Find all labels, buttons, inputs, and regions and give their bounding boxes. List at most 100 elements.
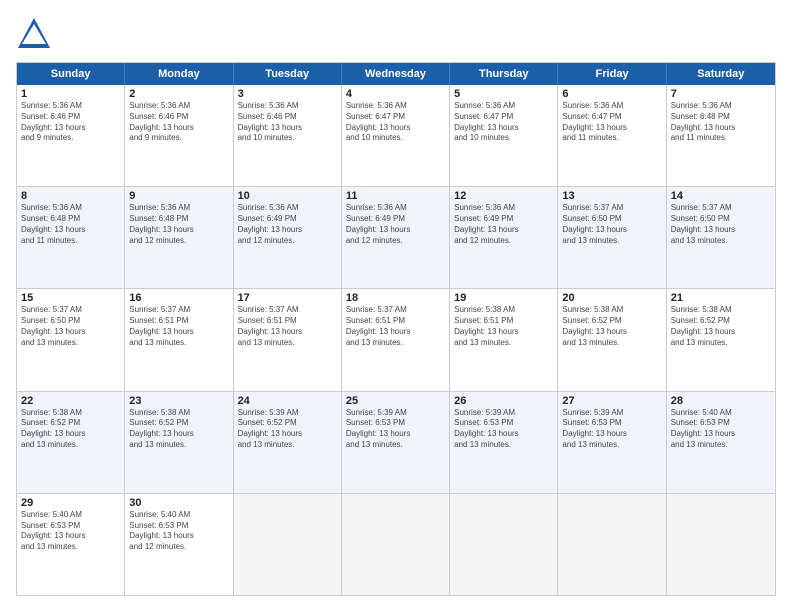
day-number: 23	[129, 395, 228, 407]
calendar-row-2: 8Sunrise: 5:36 AMSunset: 6:48 PMDaylight…	[17, 187, 775, 289]
calendar-cell-empty-4-4	[450, 494, 558, 595]
calendar-cell-14: 14Sunrise: 5:37 AMSunset: 6:50 PMDayligh…	[667, 187, 775, 288]
header-day-friday: Friday	[558, 63, 666, 85]
day-number: 6	[562, 88, 661, 100]
calendar-body: 1 Sunrise: 5:36 AMSunset: 6:46 PMDaylight…	[17, 85, 775, 595]
cell-info: Sunrise: 5:36 AMSunset: 6:48 PMDaylight:…	[21, 203, 120, 246]
day-number: 16	[129, 292, 228, 304]
cell-info: Sunrise: 5:36 AMSunset: 6:46 PMDaylight:…	[238, 101, 337, 144]
cell-info: Sunrise: 5:37 AMSunset: 6:51 PMDaylight:…	[129, 305, 228, 348]
cell-info: Sunrise: 5:36 AMSunset: 6:47 PMDaylight:…	[346, 101, 445, 144]
calendar-cell-16: 16Sunrise: 5:37 AMSunset: 6:51 PMDayligh…	[125, 289, 233, 390]
calendar-cell-18: 18Sunrise: 5:37 AMSunset: 6:51 PMDayligh…	[342, 289, 450, 390]
day-number: 24	[238, 395, 337, 407]
cell-info: Sunrise: 5:40 AMSunset: 6:53 PMDaylight:…	[129, 510, 228, 553]
calendar-cell-empty-4-5	[558, 494, 666, 595]
cell-info: Sunrise: 5:39 AMSunset: 6:53 PMDaylight:…	[562, 408, 661, 451]
calendar-cell-11: 11Sunrise: 5:36 AMSunset: 6:49 PMDayligh…	[342, 187, 450, 288]
calendar-cell-25: 25Sunrise: 5:39 AMSunset: 6:53 PMDayligh…	[342, 392, 450, 493]
calendar-cell-15: 15Sunrise: 5:37 AMSunset: 6:50 PMDayligh…	[17, 289, 125, 390]
day-number: 20	[562, 292, 661, 304]
header-day-thursday: Thursday	[450, 63, 558, 85]
calendar-cell-6: 6Sunrise: 5:36 AMSunset: 6:47 PMDaylight…	[558, 85, 666, 186]
day-number: 10	[238, 190, 337, 202]
cell-info: Sunrise: 5:36 AMSunset: 6:46 PMDaylight:…	[129, 101, 228, 144]
day-number: 29	[21, 497, 120, 509]
header-day-sunday: Sunday	[17, 63, 125, 85]
page: SundayMondayTuesdayWednesdayThursdayFrid…	[0, 0, 792, 612]
calendar-cell-12: 12Sunrise: 5:36 AMSunset: 6:49 PMDayligh…	[450, 187, 558, 288]
calendar-cell-4: 4Sunrise: 5:36 AMSunset: 6:47 PMDaylight…	[342, 85, 450, 186]
cell-info: Sunrise: 5:36 AMSunset: 6:49 PMDaylight:…	[454, 203, 553, 246]
calendar-cell-22: 22Sunrise: 5:38 AMSunset: 6:52 PMDayligh…	[17, 392, 125, 493]
day-number: 12	[454, 190, 553, 202]
cell-info: Sunrise: 5:36 AMSunset: 6:49 PMDaylight:…	[346, 203, 445, 246]
cell-info: Sunrise: 5:38 AMSunset: 6:52 PMDaylight:…	[21, 408, 120, 451]
day-number: 8	[21, 190, 120, 202]
cell-info: Sunrise: 5:39 AMSunset: 6:53 PMDaylight:…	[346, 408, 445, 451]
calendar-cell-29: 29Sunrise: 5:40 AMSunset: 6:53 PMDayligh…	[17, 494, 125, 595]
cell-info: Sunrise: 5:40 AMSunset: 6:53 PMDaylight:…	[21, 510, 120, 553]
calendar-cell-9: 9Sunrise: 5:36 AMSunset: 6:48 PMDaylight…	[125, 187, 233, 288]
day-number: 30	[129, 497, 228, 509]
calendar-cell-20: 20Sunrise: 5:38 AMSunset: 6:52 PMDayligh…	[558, 289, 666, 390]
cell-info: Sunrise: 5:39 AMSunset: 6:53 PMDaylight:…	[454, 408, 553, 451]
day-number: 15	[21, 292, 120, 304]
calendar-cell-28: 28Sunrise: 5:40 AMSunset: 6:53 PMDayligh…	[667, 392, 775, 493]
calendar-row-4: 22Sunrise: 5:38 AMSunset: 6:52 PMDayligh…	[17, 392, 775, 494]
day-number: 1	[21, 88, 120, 100]
cell-info: Sunrise: 5:39 AMSunset: 6:52 PMDaylight:…	[238, 408, 337, 451]
cell-info: Sunrise: 5:36 AMSunset: 6:47 PMDaylight:…	[562, 101, 661, 144]
calendar-cell-5: 5Sunrise: 5:36 AMSunset: 6:47 PMDaylight…	[450, 85, 558, 186]
logo	[16, 16, 56, 52]
cell-info: Sunrise: 5:36 AMSunset: 6:47 PMDaylight:…	[454, 101, 553, 144]
cell-info: Sunrise: 5:38 AMSunset: 6:52 PMDaylight:…	[129, 408, 228, 451]
cell-info: Sunrise: 5:36 AMSunset: 6:48 PMDaylight:…	[671, 101, 771, 144]
day-number: 4	[346, 88, 445, 100]
day-number: 14	[671, 190, 771, 202]
cell-info: Sunrise: 5:36 AMSunset: 6:49 PMDaylight:…	[238, 203, 337, 246]
calendar-cell-empty-4-3	[342, 494, 450, 595]
calendar-cell-26: 26Sunrise: 5:39 AMSunset: 6:53 PMDayligh…	[450, 392, 558, 493]
cell-info: Sunrise: 5:37 AMSunset: 6:50 PMDaylight:…	[562, 203, 661, 246]
day-number: 2	[129, 88, 228, 100]
calendar-row-3: 15Sunrise: 5:37 AMSunset: 6:50 PMDayligh…	[17, 289, 775, 391]
day-number: 25	[346, 395, 445, 407]
logo-icon	[16, 16, 52, 52]
calendar-cell-24: 24Sunrise: 5:39 AMSunset: 6:52 PMDayligh…	[234, 392, 342, 493]
day-number: 5	[454, 88, 553, 100]
day-number: 19	[454, 292, 553, 304]
cell-info: Sunrise: 5:38 AMSunset: 6:52 PMDaylight:…	[671, 305, 771, 348]
header-day-monday: Monday	[125, 63, 233, 85]
calendar-cell-3: 3Sunrise: 5:36 AMSunset: 6:46 PMDaylight…	[234, 85, 342, 186]
cell-info: Sunrise: 5:40 AMSunset: 6:53 PMDaylight:…	[671, 408, 771, 451]
calendar-row-5: 29Sunrise: 5:40 AMSunset: 6:53 PMDayligh…	[17, 494, 775, 595]
calendar-cell-empty-4-2	[234, 494, 342, 595]
calendar-cell-27: 27Sunrise: 5:39 AMSunset: 6:53 PMDayligh…	[558, 392, 666, 493]
calendar-cell-empty-4-6	[667, 494, 775, 595]
day-number: 17	[238, 292, 337, 304]
day-number: 7	[671, 88, 771, 100]
calendar-cell-21: 21Sunrise: 5:38 AMSunset: 6:52 PMDayligh…	[667, 289, 775, 390]
cell-info: Sunrise: 5:37 AMSunset: 6:51 PMDaylight:…	[238, 305, 337, 348]
calendar-cell-13: 13Sunrise: 5:37 AMSunset: 6:50 PMDayligh…	[558, 187, 666, 288]
day-number: 3	[238, 88, 337, 100]
calendar-cell-8: 8Sunrise: 5:36 AMSunset: 6:48 PMDaylight…	[17, 187, 125, 288]
cell-info: Sunrise: 5:36 AMSunset: 6:48 PMDaylight:…	[129, 203, 228, 246]
calendar-cell-19: 19Sunrise: 5:38 AMSunset: 6:51 PMDayligh…	[450, 289, 558, 390]
day-number: 13	[562, 190, 661, 202]
cell-info: Sunrise: 5:38 AMSunset: 6:51 PMDaylight:…	[454, 305, 553, 348]
day-number: 27	[562, 395, 661, 407]
day-number: 11	[346, 190, 445, 202]
header-day-wednesday: Wednesday	[342, 63, 450, 85]
day-number: 22	[21, 395, 120, 407]
calendar-cell-2: 2Sunrise: 5:36 AMSunset: 6:46 PMDaylight…	[125, 85, 233, 186]
day-number: 9	[129, 190, 228, 202]
calendar-cell-1: 1Sunrise: 5:36 AMSunset: 6:46 PMDaylight…	[17, 85, 125, 186]
calendar-cell-23: 23Sunrise: 5:38 AMSunset: 6:52 PMDayligh…	[125, 392, 233, 493]
day-number: 21	[671, 292, 771, 304]
cell-info: Sunrise: 5:37 AMSunset: 6:50 PMDaylight:…	[21, 305, 120, 348]
day-number: 26	[454, 395, 553, 407]
header-day-saturday: Saturday	[667, 63, 775, 85]
calendar-header: SundayMondayTuesdayWednesdayThursdayFrid…	[17, 63, 775, 85]
